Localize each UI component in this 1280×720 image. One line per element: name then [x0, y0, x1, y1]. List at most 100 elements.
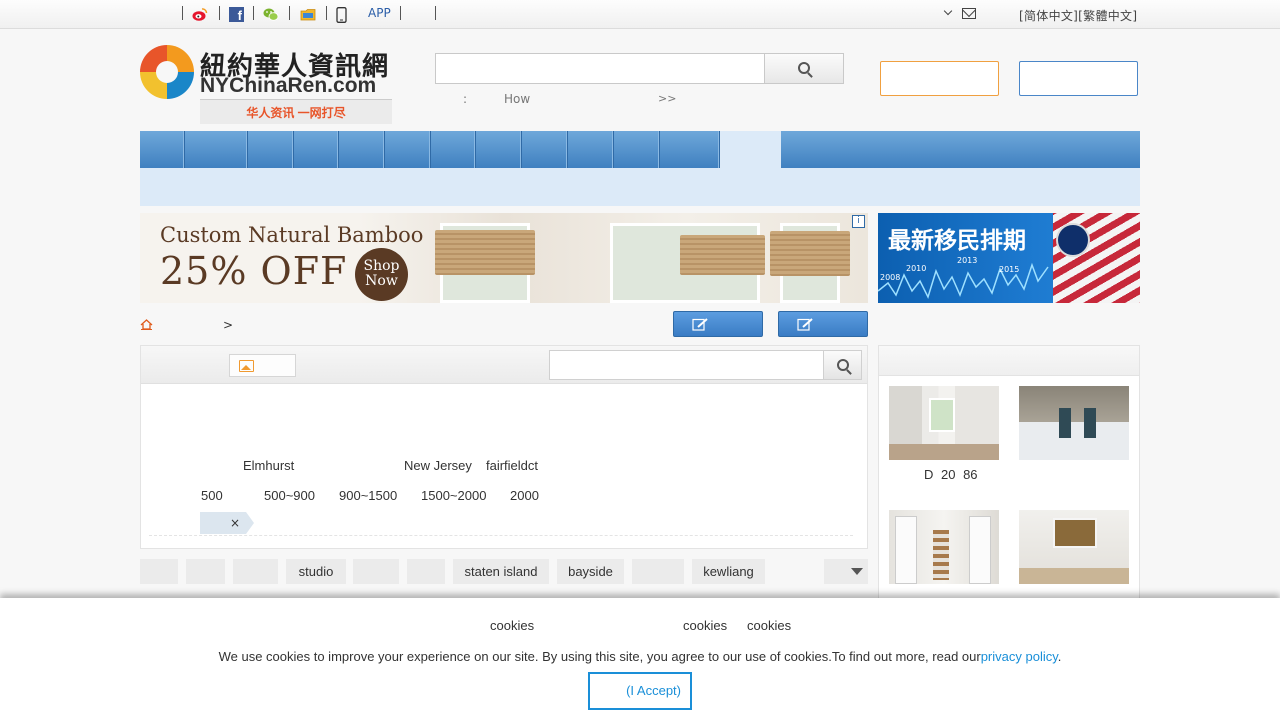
ad-shop-now-badge[interactable]: Shop Now: [355, 248, 408, 301]
nav-item[interactable]: [614, 131, 660, 168]
ad-line-graph: [878, 262, 1049, 300]
floor-image: [1019, 568, 1129, 584]
sub-nav: [140, 168, 1140, 206]
post-button-2[interactable]: [778, 311, 868, 337]
header-orange-button[interactable]: [880, 61, 999, 96]
stairs-image: [933, 530, 949, 580]
tag-item[interactable]: [353, 559, 399, 584]
nav-item[interactable]: [140, 131, 185, 168]
breadcrumb-separator: >: [223, 318, 234, 332]
hot-search-keyword[interactable]: How: [504, 92, 530, 106]
chair-image: [1059, 408, 1071, 438]
language-switcher[interactable]: [简体中文][繁體中文]: [1019, 7, 1137, 24]
main-nav: [140, 131, 1140, 168]
panel-header: [141, 346, 867, 384]
tag-item[interactable]: [186, 559, 225, 584]
ad-shade-image: [435, 230, 535, 275]
accept-cookies-button[interactable]: (I Accept): [588, 672, 692, 710]
ad-year-label: 2008: [880, 273, 901, 282]
filter-price[interactable]: 900~1500: [339, 488, 397, 503]
tag-item[interactable]: [407, 559, 445, 584]
close-icon[interactable]: ×: [230, 516, 240, 530]
cookie-label: cookies: [683, 618, 728, 633]
ad-shade-image: [770, 231, 850, 276]
divider: [219, 6, 220, 20]
chevron-down-icon[interactable]: [943, 6, 953, 16]
nav-item[interactable]: [660, 131, 720, 168]
filter-price[interactable]: 2000: [510, 488, 539, 503]
nav-item[interactable]: [385, 131, 431, 168]
divider: [435, 6, 436, 20]
listing-photo[interactable]: [889, 386, 999, 460]
search-icon: [798, 62, 810, 74]
mobile-icon[interactable]: [336, 7, 351, 23]
ad-year-label: 2013: [957, 256, 978, 265]
tag-item[interactable]: bayside: [557, 559, 624, 584]
nav-item[interactable]: [431, 131, 476, 168]
image-icon: [239, 360, 254, 372]
filter-price[interactable]: 1500~2000: [421, 488, 486, 503]
post-button[interactable]: [673, 311, 763, 337]
logo-mark: [140, 45, 194, 99]
nav-item[interactable]: [522, 131, 568, 168]
tag-item[interactable]: [632, 559, 684, 584]
tag-item[interactable]: [140, 559, 178, 584]
ad-info-icon[interactable]: i: [852, 215, 865, 228]
header-blue-button[interactable]: [1019, 61, 1138, 96]
home-icon[interactable]: [140, 319, 153, 330]
top-bar: f APP [简体中文][繁體中文]: [0, 0, 1280, 29]
nav-item[interactable]: [185, 131, 248, 168]
cookie-message-line: We use cookies to improve your experienc…: [0, 649, 1280, 664]
bamboo-ad-banner[interactable]: Custom Natural Bamboo 25% OFF Shop Now i: [140, 213, 868, 303]
tag-item[interactable]: studio: [286, 559, 346, 584]
listing-search-button[interactable]: [823, 350, 862, 380]
window-image: [1053, 518, 1097, 548]
cookie-label: cookies: [490, 618, 535, 633]
chair-image: [1084, 408, 1096, 438]
nav-item[interactable]: [248, 131, 294, 168]
listing-search-input[interactable]: [549, 350, 824, 380]
filter-area-new-jersey[interactable]: New Jersey: [404, 458, 472, 473]
cookie-message-end: .: [1057, 649, 1062, 664]
divider: [326, 6, 327, 20]
folder-icon[interactable]: [300, 7, 316, 22]
logo-english-name: NYChinaRen.com: [200, 74, 377, 97]
nav-item[interactable]: [476, 131, 522, 168]
tag-item[interactable]: kewliang: [692, 559, 765, 584]
nav-item[interactable]: [568, 131, 614, 168]
ad-year-label: 2015: [999, 265, 1020, 274]
selected-filter-chip[interactable]: ×: [200, 512, 254, 534]
tag-item[interactable]: staten island: [453, 559, 549, 584]
nav-item[interactable]: [294, 131, 339, 168]
logo-slogan: 华人资讯 一网打尽: [200, 99, 392, 124]
site-search-button[interactable]: [764, 53, 844, 84]
app-link[interactable]: APP: [368, 6, 391, 20]
mail-icon[interactable]: [962, 8, 976, 19]
tag-item[interactable]: [233, 559, 278, 584]
listing-caption[interactable]: D 20 86: [924, 467, 978, 482]
listing-photo[interactable]: [1019, 510, 1129, 584]
hot-search-more-link[interactable]: >>: [658, 92, 676, 105]
facebook-icon[interactable]: f: [229, 7, 244, 23]
listing-photo[interactable]: [1019, 386, 1129, 460]
weibo-icon[interactable]: [192, 7, 208, 22]
immigration-ad-banner[interactable]: 最新移民排期 2008 2010 2013 2015: [878, 213, 1140, 303]
nav-item-active[interactable]: [720, 131, 781, 168]
divider: [400, 6, 401, 20]
site-logo[interactable]: 紐約華人資訊網 NYChinaRen.com 华人资讯 一网打尽: [140, 44, 395, 124]
tags-expand-button[interactable]: [824, 559, 868, 584]
privacy-policy-link[interactable]: privacy policy: [981, 649, 1058, 664]
listing-photo[interactable]: [889, 510, 999, 584]
nav-item[interactable]: [339, 131, 385, 168]
ad-offer: 25% OFF: [160, 249, 348, 293]
filter-area-fairfieldct[interactable]: fairfieldct: [486, 458, 538, 473]
wechat-icon[interactable]: [263, 7, 279, 22]
cookie-banner: cookies cookies cookies We use cookies t…: [0, 598, 1280, 720]
seal-icon: [1056, 223, 1090, 257]
filter-price[interactable]: 500~900: [264, 488, 315, 503]
filter-area-elmhurst[interactable]: Elmhurst: [243, 458, 294, 473]
cookie-label: cookies: [747, 618, 792, 633]
filter-price[interactable]: 500: [201, 488, 223, 503]
image-view-toggle[interactable]: [229, 354, 296, 377]
site-search-input[interactable]: [435, 53, 765, 84]
